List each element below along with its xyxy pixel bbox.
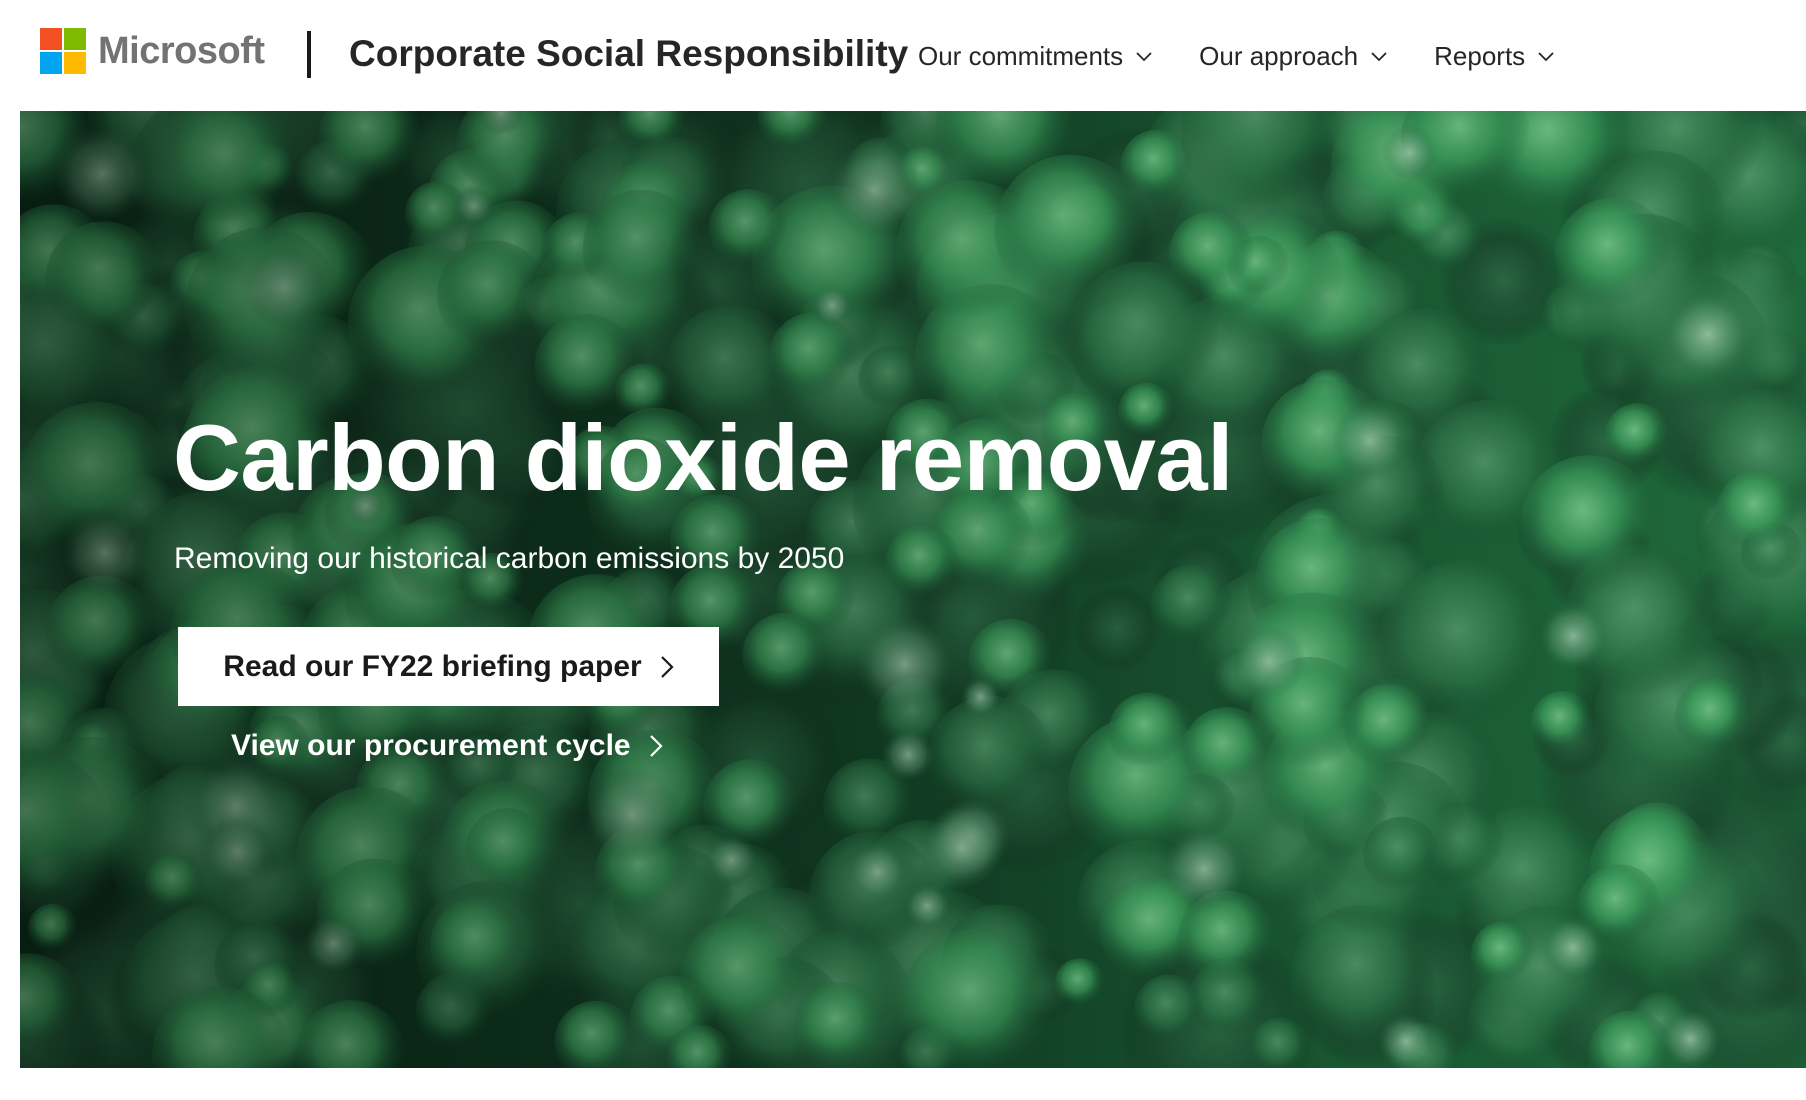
nav-item-reports[interactable]: Reports [1434, 41, 1555, 72]
chevron-down-icon [1136, 52, 1152, 62]
read-briefing-paper-button[interactable]: Read our FY22 briefing paper [178, 627, 719, 706]
hero-subtitle: Removing our historical carbon emissions… [174, 542, 845, 575]
header-divider [307, 31, 311, 78]
hero-banner: Carbon dioxide removal Removing our hist… [20, 111, 1806, 1068]
chevron-down-icon [1371, 52, 1387, 62]
chevron-right-icon [660, 655, 674, 678]
view-procurement-cycle-link[interactable]: View our procurement cycle [231, 723, 663, 769]
hero-overlay [20, 111, 1806, 1068]
site-header: Microsoft Corporate Social Responsibilit… [0, 0, 1806, 111]
microsoft-logo-text: Microsoft [98, 30, 265, 72]
main-nav: Our commitments Our approach Reports [918, 36, 1601, 76]
site-title[interactable]: Corporate Social Responsibility [349, 30, 908, 78]
nav-item-our-approach[interactable]: Our approach [1199, 41, 1388, 72]
read-briefing-paper-label: Read our FY22 briefing paper [223, 649, 642, 683]
chevron-down-icon [1538, 52, 1554, 62]
nav-item-label: Our approach [1199, 40, 1359, 71]
view-procurement-cycle-label: View our procurement cycle [231, 729, 631, 762]
nav-item-label: Our commitments [918, 40, 1124, 71]
microsoft-logo-icon [40, 28, 86, 74]
nav-item-label: Reports [1434, 40, 1526, 71]
microsoft-logo[interactable]: Microsoft [40, 28, 265, 74]
chevron-right-icon [649, 735, 663, 757]
hero-title: Carbon dioxide removal [173, 405, 1233, 510]
nav-item-our-commitments[interactable]: Our commitments [918, 41, 1153, 72]
